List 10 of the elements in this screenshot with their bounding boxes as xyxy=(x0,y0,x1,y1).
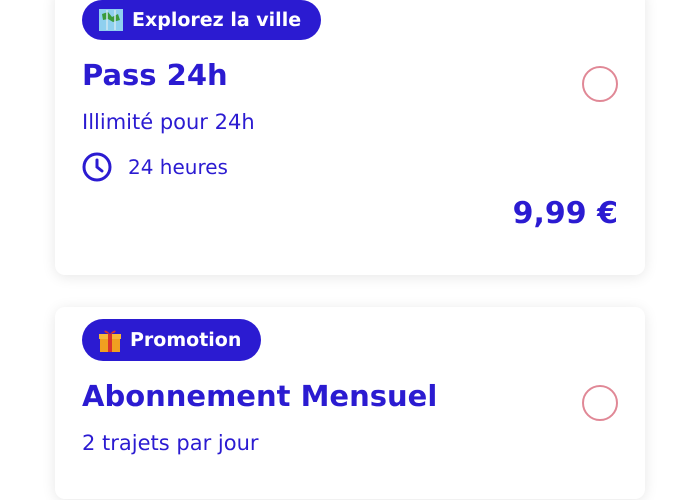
offer-title: Pass 24h xyxy=(82,58,228,92)
badge-label: Explorez la ville xyxy=(132,9,302,31)
badge-label: Promotion xyxy=(130,329,242,351)
offer-description: Illimité pour 24h xyxy=(82,110,255,134)
offer-price: 9,99 € xyxy=(512,196,618,231)
duration-text: 24 heures xyxy=(128,155,228,179)
offer-card[interactable]: Explorez la ville Pass 24h Illimité pour 24h 24 heures 9,99 € xyxy=(55,0,645,275)
offer-title: Abonnement Mensuel xyxy=(82,379,438,413)
offer-description: 2 trajets par jour xyxy=(82,431,259,455)
offer-card[interactable]: Promotion Abonnement Mensuel 2 trajets par jour xyxy=(55,307,645,499)
